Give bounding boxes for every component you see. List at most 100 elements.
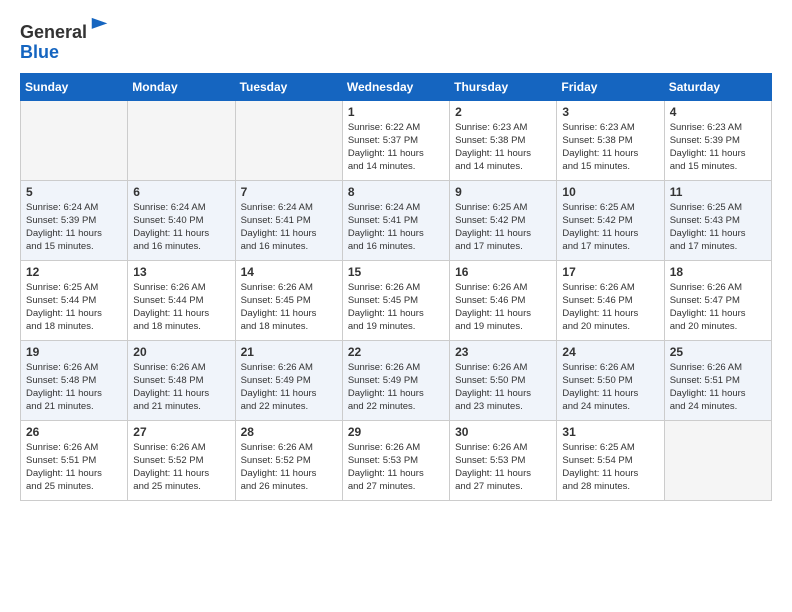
day-number: 24 <box>562 345 658 359</box>
day-number: 27 <box>133 425 229 439</box>
day-info: Sunrise: 6:26 AM Sunset: 5:46 PM Dayligh… <box>562 281 658 334</box>
day-info: Sunrise: 6:26 AM Sunset: 5:52 PM Dayligh… <box>241 441 337 494</box>
calendar-table: SundayMondayTuesdayWednesdayThursdayFrid… <box>20 73 772 501</box>
week-row-4: 19Sunrise: 6:26 AM Sunset: 5:48 PM Dayli… <box>21 340 772 420</box>
day-info: Sunrise: 6:24 AM Sunset: 5:41 PM Dayligh… <box>348 201 444 254</box>
day-cell-18: 18 Sunrise: 6:26 AM Sunset: 5:47 PM Dayli… <box>664 260 771 340</box>
day-number: 23 <box>455 345 551 359</box>
day-cell-8: 8 Sunrise: 6:24 AM Sunset: 5:41 PM Daylig… <box>342 180 449 260</box>
day-info: Sunrise: 6:25 AM Sunset: 5:54 PM Dayligh… <box>562 441 658 494</box>
day-cell-6: 6 Sunrise: 6:24 AM Sunset: 5:40 PM Daylig… <box>128 180 235 260</box>
day-cell-27: 27 Sunrise: 6:26 AM Sunset: 5:52 PM Dayli… <box>128 420 235 500</box>
day-cell-22: 22Sunrise: 6:26 AM Sunset: 5:49 PM Dayli… <box>342 340 449 420</box>
day-number: 12 <box>26 265 122 279</box>
day-info: Sunrise: 6:26 AM Sunset: 5:51 PM Dayligh… <box>26 441 122 494</box>
day-info: Sunrise: 6:25 AM Sunset: 5:42 PM Dayligh… <box>455 201 551 254</box>
day-cell-12: 12 Sunrise: 6:25 AM Sunset: 5:44 PM Dayli… <box>21 260 128 340</box>
day-info: Sunrise: 6:26 AM Sunset: 5:53 PM Dayligh… <box>455 441 551 494</box>
day-number: 6 <box>133 185 229 199</box>
day-number: 22 <box>348 345 444 359</box>
day-cell-3: 3 Sunrise: 6:23 AM Sunset: 5:38 PM Daylig… <box>557 100 664 180</box>
day-cell-23: 23 Sunrise: 6:26 AM Sunset: 5:50 PM Dayli… <box>450 340 557 420</box>
day-cell-21: 21 Sunrise: 6:26 AM Sunset: 5:49 PM Dayli… <box>235 340 342 420</box>
day-cell-24: 24Sunrise: 6:26 AM Sunset: 5:50 PM Dayli… <box>557 340 664 420</box>
weekday-thursday: Thursday <box>450 73 557 100</box>
day-number: 17 <box>562 265 658 279</box>
day-cell-25: 25Sunrise: 6:26 AM Sunset: 5:51 PM Dayli… <box>664 340 771 420</box>
week-row-1: 1 Sunrise: 6:22 AM Sunset: 5:37 PM Daylig… <box>21 100 772 180</box>
day-info: Sunrise: 6:26 AM Sunset: 5:48 PM Dayligh… <box>26 361 122 414</box>
day-info: Sunrise: 6:24 AM Sunset: 5:39 PM Dayligh… <box>26 201 122 254</box>
day-info: Sunrise: 6:25 AM Sunset: 5:44 PM Dayligh… <box>26 281 122 334</box>
logo: General Blue <box>20 20 111 63</box>
day-number: 28 <box>241 425 337 439</box>
day-info: Sunrise: 6:26 AM Sunset: 5:45 PM Dayligh… <box>348 281 444 334</box>
day-cell-13: 13Sunrise: 6:26 AM Sunset: 5:44 PM Dayli… <box>128 260 235 340</box>
day-number: 11 <box>670 185 766 199</box>
day-number: 25 <box>670 345 766 359</box>
weekday-wednesday: Wednesday <box>342 73 449 100</box>
day-cell-5: 5Sunrise: 6:24 AM Sunset: 5:39 PM Daylig… <box>21 180 128 260</box>
logo-flag-icon <box>89 16 111 38</box>
day-cell-2: 2Sunrise: 6:23 AM Sunset: 5:38 PM Daylig… <box>450 100 557 180</box>
day-cell-17: 17 Sunrise: 6:26 AM Sunset: 5:46 PM Dayli… <box>557 260 664 340</box>
day-number: 13 <box>133 265 229 279</box>
day-number: 1 <box>348 105 444 119</box>
day-number: 7 <box>241 185 337 199</box>
day-cell-30: 30 Sunrise: 6:26 AM Sunset: 5:53 PM Dayli… <box>450 420 557 500</box>
day-number: 3 <box>562 105 658 119</box>
day-info: Sunrise: 6:26 AM Sunset: 5:45 PM Dayligh… <box>241 281 337 334</box>
day-info: Sunrise: 6:26 AM Sunset: 5:52 PM Dayligh… <box>133 441 229 494</box>
day-number: 14 <box>241 265 337 279</box>
day-info: Sunrise: 6:25 AM Sunset: 5:43 PM Dayligh… <box>670 201 766 254</box>
empty-cell <box>235 100 342 180</box>
week-row-5: 26 Sunrise: 6:26 AM Sunset: 5:51 PM Dayli… <box>21 420 772 500</box>
day-number: 10 <box>562 185 658 199</box>
weekday-sunday: Sunday <box>21 73 128 100</box>
day-info: Sunrise: 6:26 AM Sunset: 5:48 PM Dayligh… <box>133 361 229 414</box>
day-cell-14: 14 Sunrise: 6:26 AM Sunset: 5:45 PM Dayli… <box>235 260 342 340</box>
day-number: 29 <box>348 425 444 439</box>
day-number: 31 <box>562 425 658 439</box>
day-cell-20: 20 Sunrise: 6:26 AM Sunset: 5:48 PM Dayli… <box>128 340 235 420</box>
day-info: Sunrise: 6:26 AM Sunset: 5:47 PM Dayligh… <box>670 281 766 334</box>
day-number: 16 <box>455 265 551 279</box>
day-number: 4 <box>670 105 766 119</box>
day-info: Sunrise: 6:25 AM Sunset: 5:42 PM Dayligh… <box>562 201 658 254</box>
day-number: 9 <box>455 185 551 199</box>
day-number: 8 <box>348 185 444 199</box>
day-number: 15 <box>348 265 444 279</box>
weekday-saturday: Saturday <box>664 73 771 100</box>
day-info: Sunrise: 6:26 AM Sunset: 5:49 PM Dayligh… <box>241 361 337 414</box>
day-info: Sunrise: 6:23 AM Sunset: 5:38 PM Dayligh… <box>562 121 658 174</box>
day-info: Sunrise: 6:26 AM Sunset: 5:53 PM Dayligh… <box>348 441 444 494</box>
day-number: 30 <box>455 425 551 439</box>
day-info: Sunrise: 6:23 AM Sunset: 5:39 PM Dayligh… <box>670 121 766 174</box>
day-number: 26 <box>26 425 122 439</box>
day-cell-29: 29 Sunrise: 6:26 AM Sunset: 5:53 PM Dayli… <box>342 420 449 500</box>
week-row-3: 12 Sunrise: 6:25 AM Sunset: 5:44 PM Dayli… <box>21 260 772 340</box>
day-info: Sunrise: 6:24 AM Sunset: 5:40 PM Dayligh… <box>133 201 229 254</box>
day-cell-4: 4 Sunrise: 6:23 AM Sunset: 5:39 PM Daylig… <box>664 100 771 180</box>
day-info: Sunrise: 6:24 AM Sunset: 5:41 PM Dayligh… <box>241 201 337 254</box>
day-cell-16: 16 Sunrise: 6:26 AM Sunset: 5:46 PM Dayli… <box>450 260 557 340</box>
day-info: Sunrise: 6:23 AM Sunset: 5:38 PM Dayligh… <box>455 121 551 174</box>
day-cell-11: 11 Sunrise: 6:25 AM Sunset: 5:43 PM Dayli… <box>664 180 771 260</box>
page: General Blue SundayMondayTuesdayWednesda… <box>0 0 792 511</box>
day-cell-19: 19Sunrise: 6:26 AM Sunset: 5:48 PM Dayli… <box>21 340 128 420</box>
day-number: 20 <box>133 345 229 359</box>
logo-general-text: General <box>20 22 87 42</box>
week-row-2: 5Sunrise: 6:24 AM Sunset: 5:39 PM Daylig… <box>21 180 772 260</box>
day-number: 21 <box>241 345 337 359</box>
day-info: Sunrise: 6:22 AM Sunset: 5:37 PM Dayligh… <box>348 121 444 174</box>
weekday-monday: Monday <box>128 73 235 100</box>
day-cell-26: 26 Sunrise: 6:26 AM Sunset: 5:51 PM Dayli… <box>21 420 128 500</box>
day-cell-7: 7 Sunrise: 6:24 AM Sunset: 5:41 PM Daylig… <box>235 180 342 260</box>
header: General Blue <box>20 20 772 63</box>
empty-cell <box>664 420 771 500</box>
day-info: Sunrise: 6:26 AM Sunset: 5:50 PM Dayligh… <box>455 361 551 414</box>
day-number: 18 <box>670 265 766 279</box>
day-cell-9: 9 Sunrise: 6:25 AM Sunset: 5:42 PM Daylig… <box>450 180 557 260</box>
day-info: Sunrise: 6:26 AM Sunset: 5:46 PM Dayligh… <box>455 281 551 334</box>
weekday-tuesday: Tuesday <box>235 73 342 100</box>
